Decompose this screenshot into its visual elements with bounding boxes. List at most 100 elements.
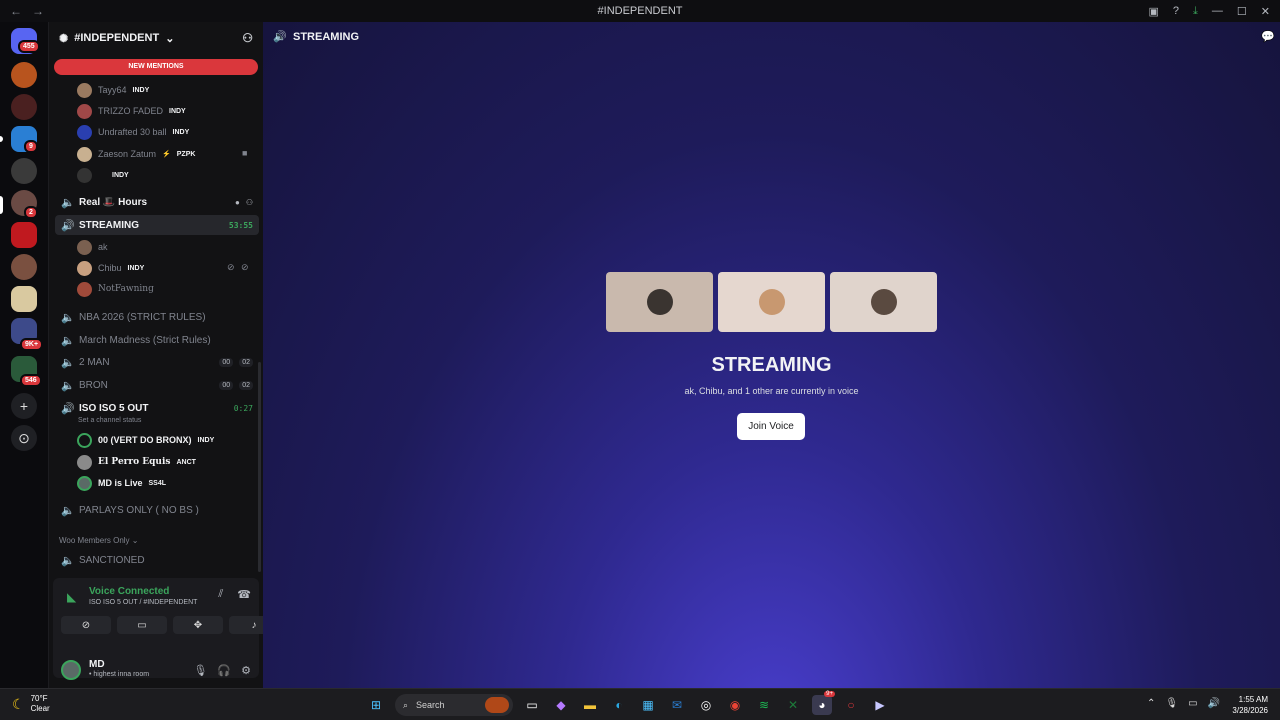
store-icon[interactable]: ▦ (638, 695, 658, 715)
screen-share-button[interactable]: ▭ (117, 616, 167, 634)
voice-user[interactable]: ak (77, 238, 108, 256)
search-icon: ⌕ (403, 699, 409, 710)
voice-user[interactable]: Chibu INDY (77, 259, 144, 277)
voice-channel-march-madness[interactable]: 🔈 March Madness (Strict Rules) (55, 330, 259, 350)
excel-icon[interactable]: ✕ (783, 695, 803, 715)
invite-people-icon[interactable]: ⚇ (242, 31, 253, 45)
guild-header[interactable]: ✺ #INDEPENDENT ⌄ ⚇ (49, 22, 263, 54)
voice-user[interactable]: TRIZZO FADED INDY (77, 102, 186, 120)
camera-icon: ■ (242, 148, 248, 158)
voice-user[interactable]: El Perro Equis ANCT (77, 453, 196, 471)
download-icon[interactable]: ⤓ (1193, 5, 1198, 18)
minimize-icon[interactable]: — (1212, 5, 1223, 17)
voice-user[interactable]: Tayy64 INDY (77, 81, 149, 99)
voice-channel-real-hours[interactable]: 🔈 Real 🎩 Hours ● ⚇ (55, 192, 259, 212)
username[interactable]: MD (89, 659, 105, 670)
voice-user[interactable]: Undrafted 30 ball INDY (77, 123, 189, 141)
taskbar-search[interactable]: ⌕ Search (395, 694, 513, 716)
server-icon[interactable] (11, 222, 37, 248)
spotify-icon[interactable]: ≋ (754, 695, 774, 715)
server-badge: 2 (24, 206, 38, 219)
user-panel: MD • highest inna room 🎙 🎧 ⚙ (53, 652, 259, 688)
avatar (77, 281, 92, 297)
copilot-icon[interactable]: ◆ (551, 695, 571, 715)
participant-tile[interactable] (606, 272, 713, 332)
voice-channel-streaming[interactable]: 🔊 STREAMING 53:55 (55, 215, 259, 235)
avatar (77, 475, 92, 491)
microphone-icon[interactable]: 🎙 (1165, 698, 1178, 709)
weather-widget[interactable]: ☾ 70°F Clear (12, 694, 50, 714)
chevron-up-icon[interactable]: ⌃ (1147, 698, 1155, 709)
display-icon[interactable]: ▭ (1188, 698, 1197, 709)
volume-icon[interactable]: 🔊 (1208, 698, 1220, 709)
discord-icon[interactable]: ◕ 9+ (812, 691, 835, 715)
file-explorer-icon[interactable]: ▬ (580, 695, 600, 715)
microphone-icon[interactable]: 🎙 (193, 664, 207, 677)
voice-channel-bron[interactable]: 🔈 BRON 00 02 (55, 375, 259, 395)
channel-header: 🔊 STREAMING 💬 (273, 30, 1275, 44)
clock[interactable]: 1:55 AM 3/28/2026 (1232, 694, 1268, 716)
moon-icon: ☾ (12, 695, 25, 712)
voice-user[interactable]: Zaeson Zatum ⚡ PZPK (77, 145, 195, 163)
activities-button[interactable]: ✥ (173, 616, 223, 634)
chat-bubble-icon[interactable]: 💬 (1261, 30, 1275, 43)
invite-icon[interactable]: ⚇ (246, 198, 253, 207)
deafened-icon: ⊘ (241, 262, 249, 272)
voice-channel-iso[interactable]: 🔊 ISO ISO 5 OUT 0:27 (55, 398, 259, 418)
server-icon[interactable] (11, 254, 37, 280)
close-icon[interactable]: ✕ (1261, 5, 1270, 18)
channel-status[interactable]: Set a channel status (78, 417, 141, 424)
participant-tile[interactable] (718, 272, 825, 332)
server-icon[interactable] (11, 94, 37, 120)
voice-timer: 53:55 (228, 220, 253, 230)
sidebar-scrollbar[interactable] (258, 362, 261, 572)
dm-badge: 455 (18, 40, 40, 53)
help-icon[interactable]: ? (1173, 5, 1179, 17)
voice-user[interactable]: MD is Live SS4L (77, 474, 166, 492)
signal-icon[interactable]: ◣ (67, 590, 76, 604)
media-player-icon[interactable]: ▶ (870, 695, 890, 715)
chrome-icon[interactable]: ◉ (725, 695, 745, 715)
server-icon[interactable] (11, 62, 37, 88)
avatar[interactable] (61, 660, 81, 680)
outlook-icon[interactable]: ✉ (667, 695, 687, 715)
server-icon[interactable] (11, 286, 37, 312)
camera-button[interactable]: ⊘ (61, 616, 111, 634)
voice-user[interactable]: NotFawning (77, 280, 154, 298)
avatar (77, 82, 92, 98)
voice-channel-parlays[interactable]: 🔈 PARLAYS ONLY ( NO BS ) (55, 500, 259, 520)
gear-icon[interactable]: ⚙ (241, 664, 251, 677)
xbox-icon[interactable]: ◎ (696, 695, 716, 715)
windows-start-icon[interactable]: ⊞ (366, 695, 386, 715)
edge-icon[interactable]: ◐ (609, 695, 629, 715)
server-badge: 9 (24, 140, 38, 153)
voice-user[interactable]: INDY (77, 166, 129, 184)
task-view-icon[interactable]: ▭ (522, 695, 542, 715)
avatar (77, 146, 92, 162)
server-icon[interactable] (11, 158, 37, 184)
maximize-icon[interactable]: ☐ (1237, 5, 1247, 18)
headphones-icon[interactable]: 🎧 (217, 664, 231, 677)
avatar (77, 239, 92, 255)
disconnect-icon[interactable]: ☎ (237, 588, 251, 601)
voice-status-title[interactable]: Voice Connected (89, 586, 169, 597)
noise-suppression-icon[interactable]: ⫽ (218, 588, 223, 601)
voice-user[interactable]: 00 (VERT DO BRONX) INDY (77, 431, 214, 449)
voice-status-channel[interactable]: ISO ISO 5 OUT / #INDEPENDENT (89, 599, 197, 606)
join-voice-button[interactable]: Join Voice (737, 413, 805, 440)
guild-icon: ✺ (59, 32, 69, 45)
screen-share-icon[interactable]: ▣ (1149, 5, 1159, 18)
participant-tile[interactable] (830, 272, 937, 332)
opera-icon[interactable]: ○ (841, 695, 861, 715)
add-server-icon[interactable]: + (11, 393, 37, 419)
discover-icon[interactable]: ⊙ (11, 425, 37, 451)
voice-channel-2-man[interactable]: 🔈 2 MAN 00 02 (55, 352, 259, 372)
speaker-icon: 🔈 (61, 379, 75, 392)
speaker-icon: 🔊 (61, 402, 75, 415)
chat-icon[interactable]: ● (235, 198, 240, 207)
voice-channel-nba[interactable]: 🔈 NBA 2026 (STRICT RULES) (55, 307, 259, 327)
voice-channel-sanctioned[interactable]: 🔈 SANCTIONED (55, 550, 259, 570)
new-mentions-bar[interactable]: NEW MENTIONS (54, 59, 258, 75)
unread-pill (0, 136, 3, 142)
category-woo-members[interactable]: Woo Members Only ⌄ (59, 536, 138, 545)
